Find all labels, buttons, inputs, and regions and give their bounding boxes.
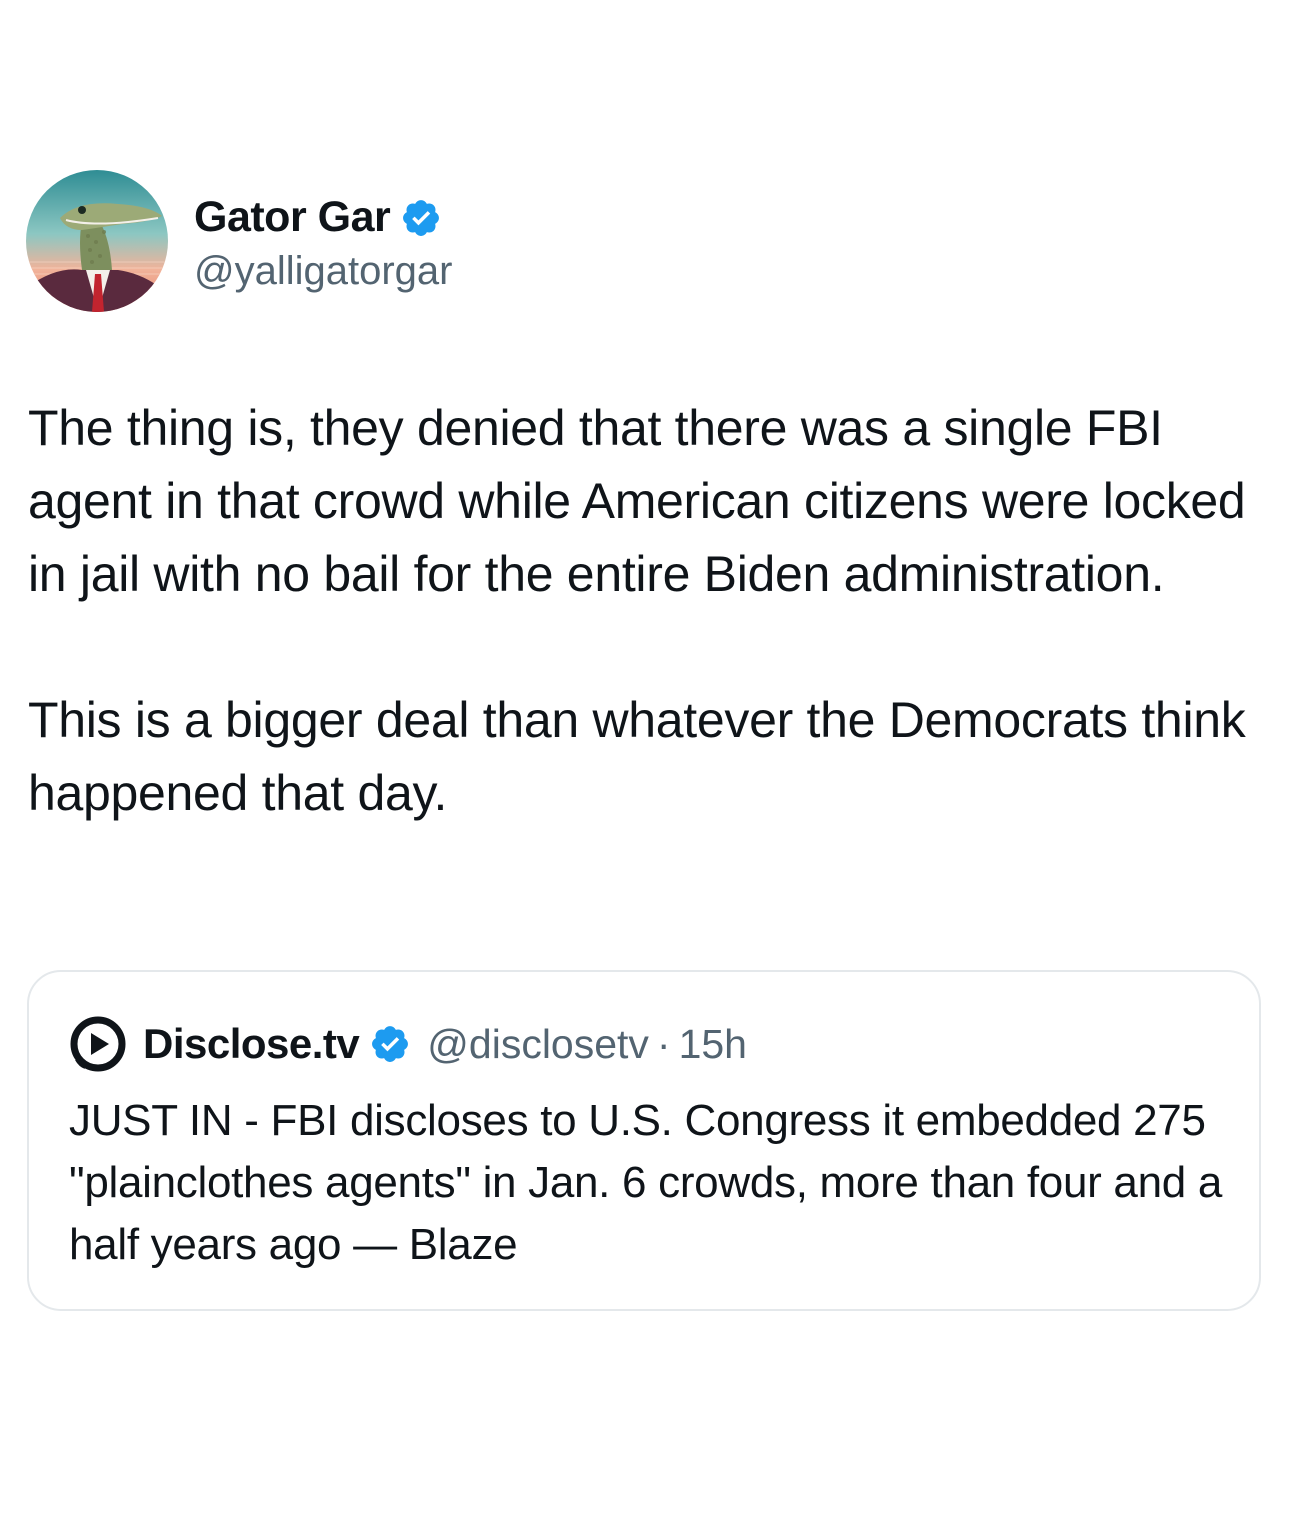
quoted-handle[interactable]: @disclosetv: [427, 1021, 649, 1068]
quoted-display-name[interactable]: Disclose.tv: [143, 1020, 360, 1068]
verified-badge-icon: [369, 1023, 411, 1065]
author-handle[interactable]: @yalligatorgar: [194, 249, 453, 294]
author-text: Gator Gar @yalligatorgar: [194, 189, 453, 294]
tweet-author: Gator Gar @yalligatorgar: [26, 170, 453, 312]
quoted-timestamp[interactable]: 15h: [679, 1021, 747, 1068]
author-display-name[interactable]: Gator Gar: [194, 193, 391, 242]
tweet-paragraph: This is a bigger deal than whatever the …: [28, 692, 1260, 821]
name-line: Gator Gar: [194, 189, 453, 247]
tweet-paragraph: The thing is, they denied that there was…: [28, 400, 1260, 602]
verified-badge-icon: [400, 197, 442, 239]
alligator-in-suit-avatar: [26, 170, 168, 312]
tweet: Gator Gar @yalligatorgar The thing is, t…: [0, 0, 1290, 1513]
quoted-tweet-card[interactable]: Disclose.tv @disclosetv · 15h JUST IN - …: [27, 970, 1261, 1311]
tweet-text: The thing is, they denied that there was…: [28, 392, 1268, 830]
dot-separator: ·: [656, 1020, 671, 1067]
quoted-tweet-text: JUST IN - FBI discloses to U.S. Congress…: [69, 1096, 1223, 1269]
disclose-tv-logo-icon: [69, 1015, 127, 1073]
quoted-tweet-header: Disclose.tv @disclosetv · 15h: [69, 1014, 747, 1074]
avatar[interactable]: [26, 170, 168, 312]
